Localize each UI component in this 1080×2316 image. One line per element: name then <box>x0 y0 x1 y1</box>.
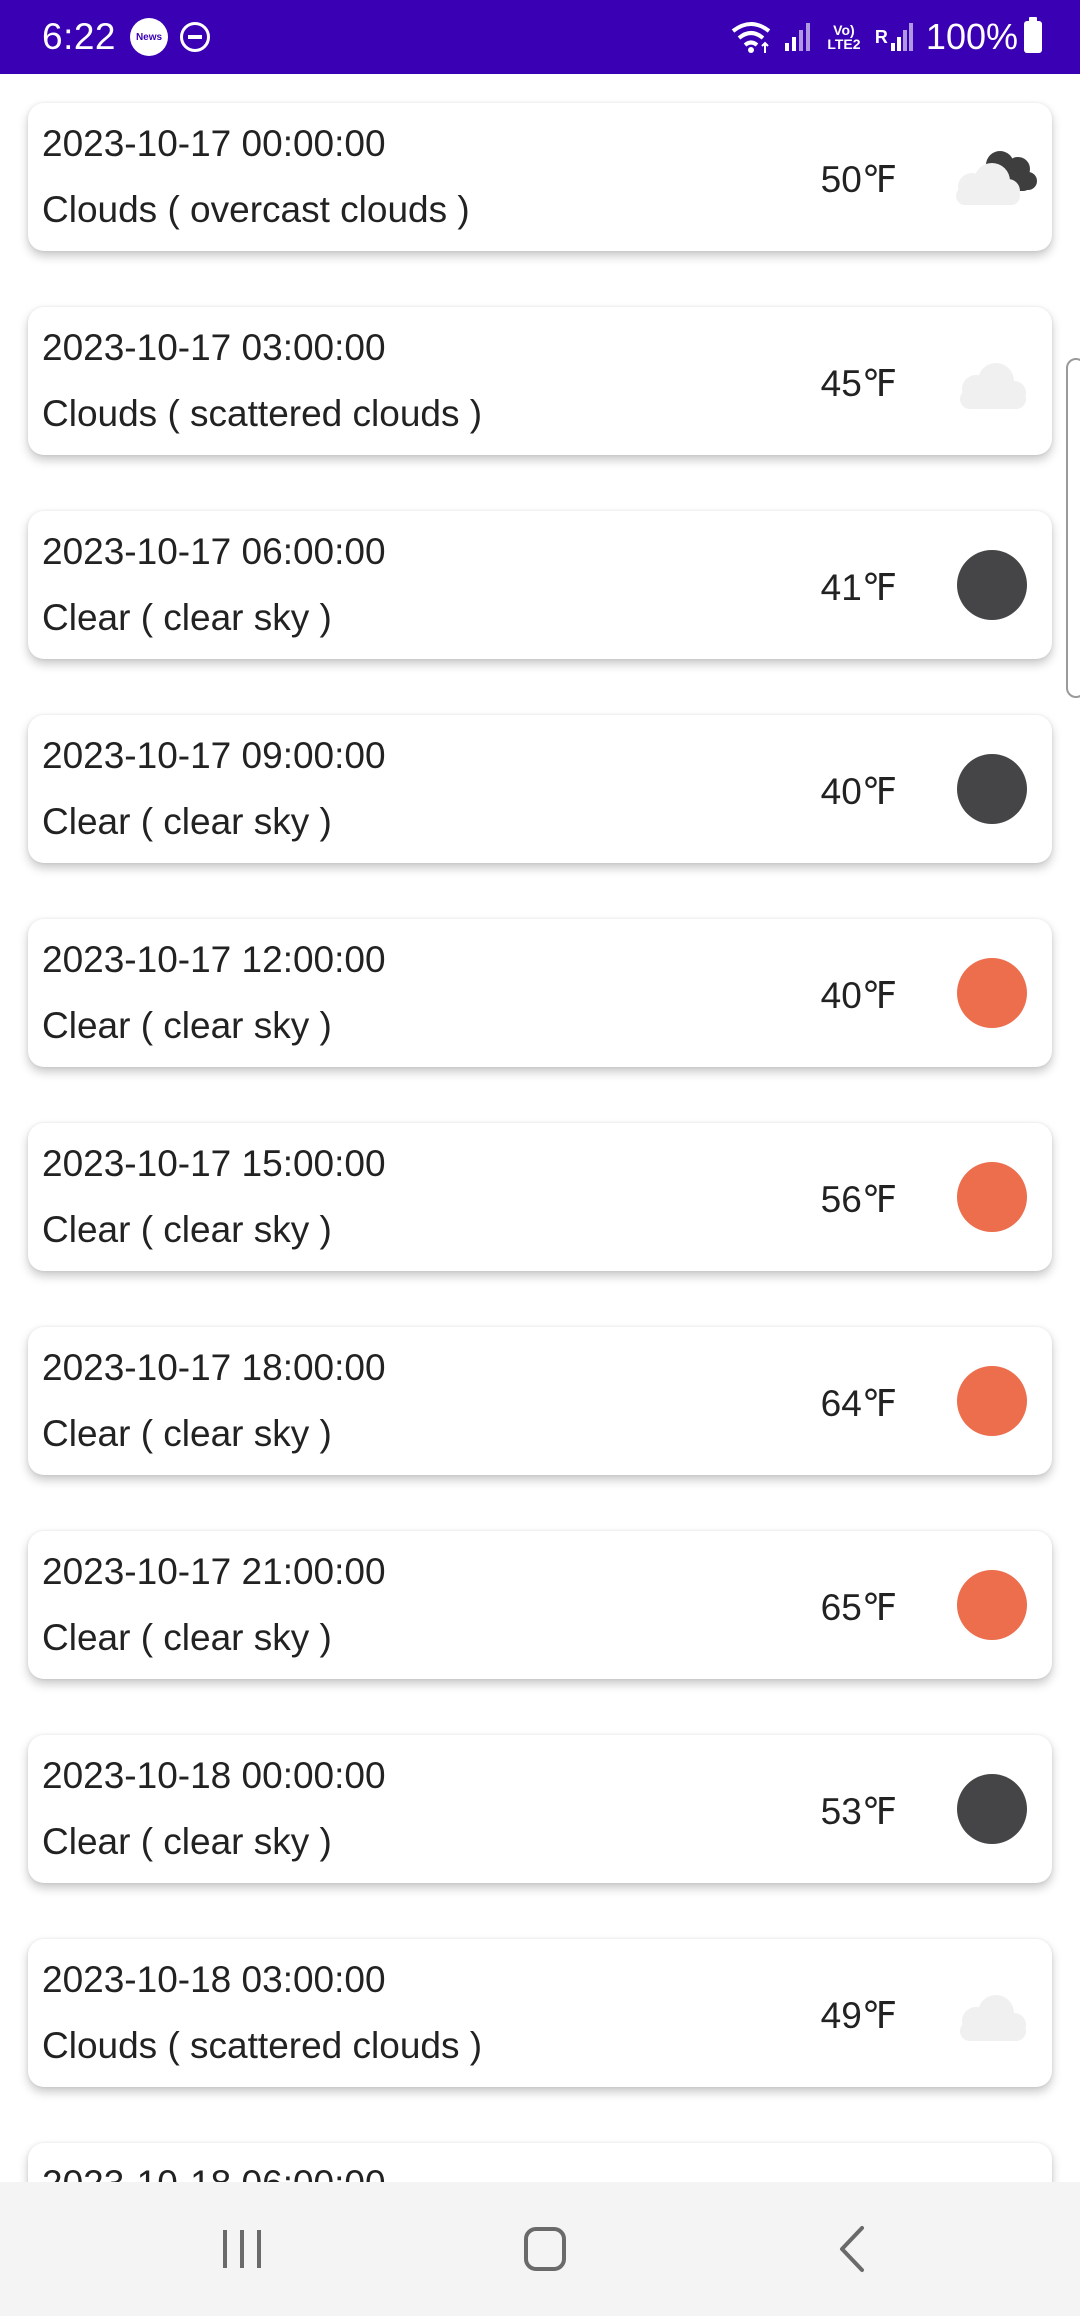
back-button[interactable] <box>810 2214 890 2284</box>
forecast-temperature: 53℉ <box>820 1791 897 1832</box>
forecast-temperature: 56℉ <box>820 1179 897 1220</box>
forecast-datetime: 2023-10-18 06:00:00 <box>42 2163 386 2182</box>
news-icon: News <box>130 18 169 56</box>
forecast-datetime: 2023-10-17 09:00:00 <box>42 735 386 776</box>
do-not-disturb-icon <box>180 22 211 52</box>
forecast-description: Clouds ( overcast clouds ) <box>42 189 470 230</box>
forecast-description: Clear ( clear sky ) <box>42 801 332 842</box>
forecast-card[interactable]: 2023-10-17 18:00:00 Clear ( clear sky ) … <box>28 1327 1052 1475</box>
forecast-card[interactable]: 2023-10-17 03:00:00 Clouds ( scattered c… <box>28 307 1052 455</box>
clear-night-icon <box>942 1769 1030 1849</box>
forecast-datetime: 2023-10-18 00:00:00 <box>42 1755 386 1796</box>
forecast-card[interactable]: 2023-10-17 00:00:00 Clouds ( overcast cl… <box>28 103 1052 251</box>
clear-night-icon <box>942 749 1030 829</box>
forecast-description: Clear ( clear sky ) <box>42 597 332 638</box>
status-bar-left: 6:22 News <box>42 16 211 58</box>
forecast-temperature: 45℉ <box>820 363 897 404</box>
forecast-description: Clear ( clear sky ) <box>42 1617 332 1658</box>
signal-icon <box>783 21 813 53</box>
forecast-datetime: 2023-10-17 00:00:00 <box>42 123 386 164</box>
forecast-datetime: 2023-10-17 03:00:00 <box>42 327 386 368</box>
recent-apps-button[interactable] <box>203 2214 283 2284</box>
wifi-icon <box>729 19 773 55</box>
battery-icon <box>1024 17 1042 53</box>
scattered-clouds-icon <box>942 1973 1030 2053</box>
forecast-datetime: 2023-10-17 21:00:00 <box>42 1551 386 1592</box>
status-bar-right: Vo) LTE2 R 100% <box>719 16 1042 58</box>
scattered-clouds-icon <box>942 341 1030 421</box>
forecast-card[interactable]: 2023-10-17 21:00:00 Clear ( clear sky ) … <box>28 1531 1052 1679</box>
clear-day-sun-icon <box>942 1565 1030 1645</box>
home-button[interactable] <box>506 2214 586 2284</box>
forecast-list[interactable]: 2023-10-17 00:00:00 Clouds ( overcast cl… <box>0 74 1080 2182</box>
roaming-signal-icon: R <box>875 21 914 53</box>
overcast-clouds-night-icon <box>942 137 1037 217</box>
forecast-temperature: 40℉ <box>820 975 897 1016</box>
forecast-temperature: 49℉ <box>820 1995 897 2036</box>
forecast-description: Clear ( clear sky ) <box>42 1821 332 1862</box>
forecast-description: Clouds ( scattered clouds ) <box>42 2025 483 2066</box>
volte-icon: Vo) LTE2 <box>823 23 865 51</box>
forecast-temperature: 65℉ <box>820 1587 897 1628</box>
forecast-datetime: 2023-10-18 03:00:00 <box>42 1959 386 2000</box>
forecast-temperature: 50℉ <box>820 159 897 200</box>
forecast-temperature: 40℉ <box>820 771 897 812</box>
roaming-label: R <box>874 26 888 47</box>
forecast-datetime: 2023-10-17 06:00:00 <box>42 531 386 572</box>
clear-day-sun-icon <box>942 1157 1030 1237</box>
navigation-bar <box>0 2182 1080 2316</box>
forecast-temperature: 64℉ <box>820 1383 897 1424</box>
forecast-description: Clear ( clear sky ) <box>42 1209 332 1250</box>
status-time: 6:22 <box>42 16 117 57</box>
forecast-datetime: 2023-10-17 18:00:00 <box>42 1347 386 1388</box>
forecast-datetime: 2023-10-17 12:00:00 <box>42 939 386 980</box>
clear-day-sun-icon <box>942 1361 1030 1441</box>
forecast-card[interactable]: 2023-10-17 06:00:00 Clear ( clear sky ) … <box>28 511 1052 659</box>
forecast-temperature: 41℉ <box>820 567 897 608</box>
forecast-description: Clear ( clear sky ) <box>42 1005 332 1046</box>
forecast-card[interactable]: 2023-10-17 09:00:00 Clear ( clear sky ) … <box>28 715 1052 863</box>
clear-night-icon <box>942 545 1030 625</box>
forecast-description: Clear ( clear sky ) <box>42 1413 332 1454</box>
forecast-card[interactable]: 2023-10-17 12:00:00 Clear ( clear sky ) … <box>28 919 1052 1067</box>
forecast-description: Clouds ( scattered clouds ) <box>42 393 483 434</box>
scrollbar[interactable] <box>1066 358 1080 698</box>
status-bar: 6:22 News Vo) LTE2 R 100% <box>0 0 1080 74</box>
forecast-datetime: 2023-10-17 15:00:00 <box>42 1143 386 1184</box>
forecast-card[interactable]: 2023-10-18 00:00:00 Clear ( clear sky ) … <box>28 1735 1052 1883</box>
battery-percent: 100% <box>925 16 1018 57</box>
forecast-card[interactable]: 2023-10-18 06:00:00 <box>28 2143 1052 2182</box>
clear-day-sun-icon <box>942 953 1030 1033</box>
forecast-card[interactable]: 2023-10-17 15:00:00 Clear ( clear sky ) … <box>28 1123 1052 1271</box>
network-label: Vo) LTE2 <box>827 22 861 52</box>
forecast-card[interactable]: 2023-10-18 03:00:00 Clouds ( scattered c… <box>28 1939 1052 2087</box>
